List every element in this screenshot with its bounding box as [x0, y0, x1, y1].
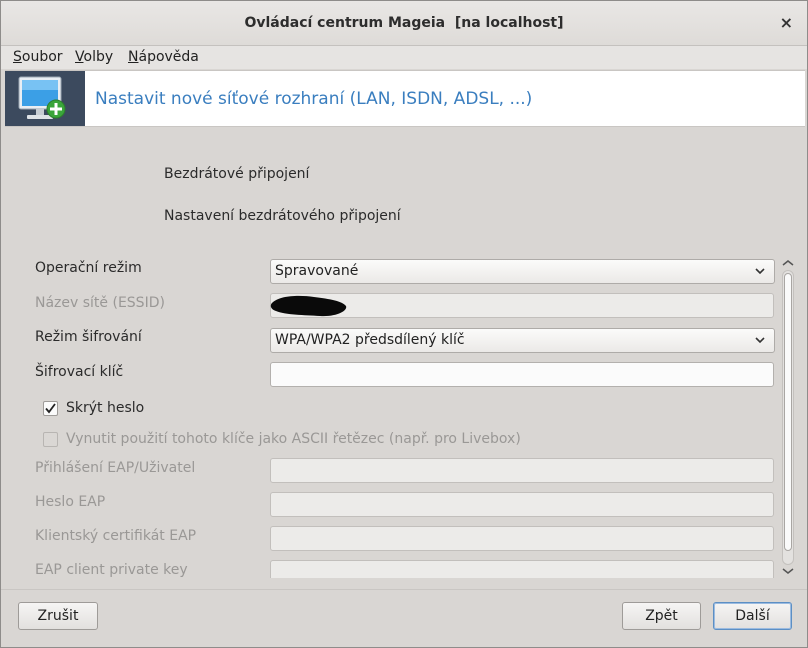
eap-private-key-field[interactable]	[270, 560, 774, 578]
eap-client-cert-label: Klientský certifikát EAP	[35, 528, 197, 544]
encryption-select[interactable]: WPA/WPA2 předsdílený klíč	[270, 328, 775, 353]
eap-login-field[interactable]	[270, 458, 774, 483]
encryption-key-field[interactable]	[270, 362, 774, 387]
encryption-select-value: WPA/WPA2 předsdílený klíč	[275, 332, 465, 348]
next-button[interactable]: Další	[713, 602, 792, 630]
key-label: Šifrovací klíč	[35, 364, 124, 380]
mode-label: Operační režim	[35, 260, 142, 276]
cancel-button[interactable]: Zrušit	[18, 602, 98, 630]
menu-bar: Soubor Volby Nápověda	[1, 46, 807, 69]
section-subheading: Nastavení bezdrátového připojení	[164, 208, 401, 224]
section-heading: Bezdrátové připojení	[164, 166, 310, 182]
checkmark-icon	[45, 403, 56, 414]
eap-password-field[interactable]	[270, 492, 774, 517]
menu-volby-label: olby	[83, 49, 114, 65]
chevron-down-icon	[755, 337, 765, 344]
encryption-label: Režim šifrování	[35, 329, 142, 345]
title-bar: Ovládací centrum Mageia [na localhost] ×	[1, 1, 807, 46]
menu-napoveda[interactable]: Nápověda	[128, 49, 199, 65]
eap-password-label: Heslo EAP	[35, 494, 106, 510]
menu-soubor[interactable]: Soubor	[13, 49, 63, 65]
footer-divider	[1, 589, 807, 590]
mode-select-value: Spravované	[275, 263, 359, 279]
force-ascii-label: Vynutit použití tohoto klíče jako ASCII …	[66, 431, 521, 447]
menu-volby[interactable]: Volby	[75, 49, 113, 65]
chevron-down-icon	[755, 268, 765, 275]
back-button[interactable]: Zpět	[622, 602, 701, 630]
menu-soubor-mnemonic: S	[13, 49, 22, 65]
eap-private-key-label: EAP client private key	[35, 562, 188, 578]
force-ascii-checkbox[interactable]	[43, 432, 58, 447]
menu-napoveda-label: ápověda	[138, 49, 199, 65]
menu-soubor-label: oubor	[21, 49, 63, 65]
close-icon[interactable]: ×	[780, 13, 793, 32]
scroll-up-icon[interactable]	[780, 258, 796, 268]
eap-login-label: Přihlášení EAP/Uživatel	[35, 460, 196, 476]
scroll-clip-region: EAP client private key	[1, 553, 779, 578]
wizard-banner: Nastavit nové síťové rozhraní (LAN, ISDN…	[5, 70, 805, 127]
essid-label: Název sítě (ESSID)	[35, 295, 165, 311]
menu-volby-mnemonic: V	[75, 49, 84, 65]
eap-client-cert-field[interactable]	[270, 526, 774, 551]
banner-title: Nastavit nové síťové rozhraní (LAN, ISDN…	[95, 89, 533, 109]
window-title: Ovládací centrum Mageia [na localhost]	[244, 15, 564, 31]
hide-password-checkbox[interactable]	[43, 401, 58, 416]
scroll-down-icon[interactable]	[780, 566, 796, 576]
scroll-thumb[interactable]	[784, 273, 792, 551]
menu-napoveda-mnemonic: N	[128, 49, 139, 65]
mode-select[interactable]: Spravované	[270, 259, 775, 284]
form-scrollbar[interactable]	[780, 257, 796, 579]
main-window: Ovládací centrum Mageia [na localhost] ×…	[0, 0, 808, 648]
computer-add-icon	[5, 71, 85, 126]
redaction-mark	[270, 295, 347, 317]
hide-password-label: Skrýt heslo	[66, 400, 145, 416]
